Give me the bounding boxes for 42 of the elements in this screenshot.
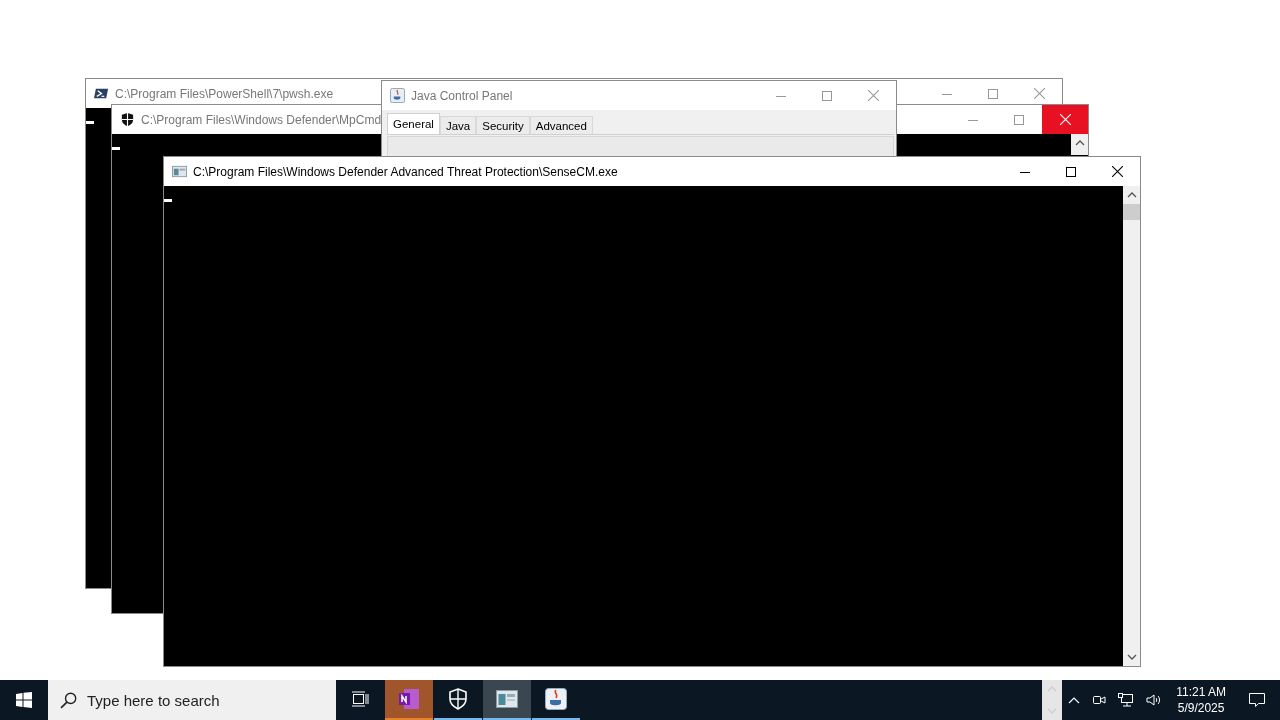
close-icon — [867, 90, 879, 101]
console-icon — [172, 164, 187, 179]
close-icon — [1033, 88, 1045, 99]
close-icon — [1059, 114, 1071, 125]
search-icon — [60, 691, 77, 709]
coffee-cup-icon — [390, 88, 405, 103]
scroll-up-button[interactable] — [1071, 134, 1088, 155]
scroll-arrows-icon[interactable] — [1042, 680, 1063, 720]
notebook-icon — [398, 688, 420, 710]
window-title: C:\Program Files\Windows Defender\MpCmd — [141, 112, 382, 127]
clock-button[interactable]: 11:21 AM 5/9/2025 — [1168, 680, 1234, 720]
scroll-up-icon[interactable] — [1126, 192, 1137, 198]
tab[interactable]: General — [387, 113, 440, 134]
scroll-up-icon — [1074, 140, 1085, 146]
caret-up-icon[interactable] — [1068, 696, 1081, 704]
console-icon — [496, 689, 518, 709]
maximize-icon — [1014, 114, 1024, 125]
tab[interactable]: Advanced — [529, 116, 593, 134]
camera-icon[interactable] — [1092, 693, 1107, 707]
window-title: Java Control Panel — [411, 88, 513, 103]
scroll-thumb[interactable] — [1123, 204, 1140, 220]
task-view-icon — [351, 691, 369, 707]
tab[interactable]: Security — [476, 116, 530, 134]
windows-logo-icon — [16, 692, 32, 708]
shield-icon — [448, 688, 468, 710]
scroll-down-icon[interactable] — [1126, 654, 1137, 660]
scrollbar[interactable] — [1123, 186, 1140, 666]
coffee-cup-icon — [545, 688, 567, 710]
shield-icon — [120, 112, 135, 127]
maximize-icon — [822, 90, 832, 101]
volume-icon[interactable] — [1146, 693, 1163, 707]
maximize-icon — [988, 88, 998, 99]
maximize-icon — [1066, 166, 1076, 177]
search-field[interactable]: Type here to search — [48, 680, 336, 720]
terminal-icon — [94, 86, 109, 101]
network-icon[interactable] — [1118, 693, 1135, 707]
window-title: C:\Program Files\Windows Defender Advanced Threat Protection\SenseCM.exe — [193, 164, 618, 179]
window-title: C:\Program Files\PowerShell\7\pwsh.exe — [115, 86, 334, 101]
close-icon — [1111, 166, 1123, 177]
notifications-icon[interactable] — [1248, 692, 1266, 708]
taskbar-app-button[interactable] — [483, 680, 531, 720]
tab[interactable]: Java — [439, 116, 477, 134]
